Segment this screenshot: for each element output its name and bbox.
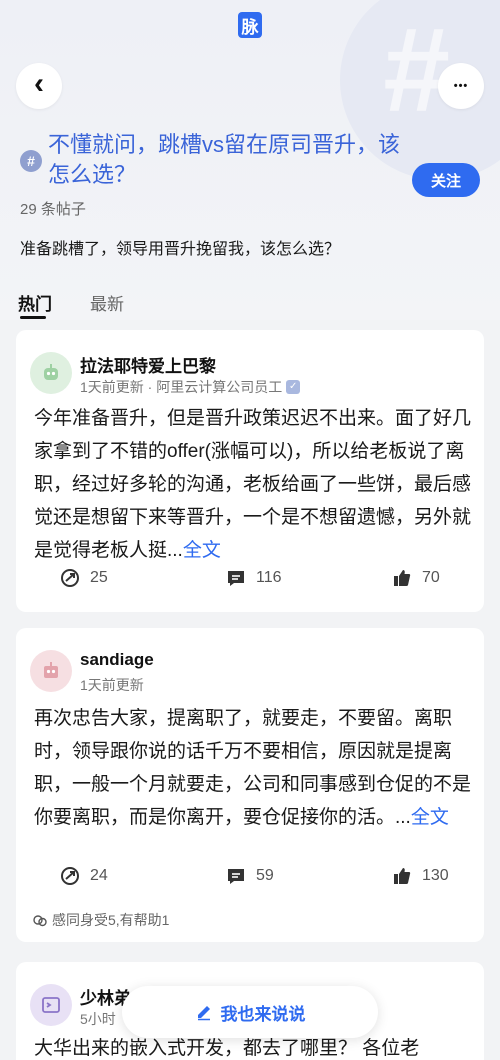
post-meta-text: 1天前更新 [80,677,144,693]
comment-icon [228,869,244,884]
comment-button[interactable]: 59 [226,866,274,886]
post-meta-text: 1天前更新 · 阿里云计算公司员工 [80,379,283,395]
post-body[interactable]: 再次忠告大家，提离职了，就要走，不要留。离职时，领导跟你说的话千万不要相信，原因… [34,702,474,834]
like-button[interactable]: 130 [392,866,449,886]
post-meta-text: 5小时 [80,1011,116,1027]
active-tab-indicator [20,316,46,319]
reaction-summary[interactable]: 感同身受5,有帮助1 [32,910,169,930]
thumbs-up-icon [394,570,411,586]
robot-avatar-icon [44,662,58,678]
post-actions: 25 116 70 [16,568,484,594]
share-button[interactable]: 25 [60,568,108,588]
topic-description: 准备跳槽了，领导用晋升挽留我，该怎么选？ [20,241,341,258]
topic-title: 不懂就问，跳槽vs留在原司晋升，该怎么选？ [48,132,401,187]
tab-latest[interactable]: 最新 [90,290,124,315]
verified-icon: ✓ [286,380,301,394]
share-icon [61,867,79,885]
post-card[interactable]: 拉法耶特爱上巴黎 1天前更新 · 阿里云计算公司员工 ✓ 今年准备晋升，但是晋升… [16,330,484,612]
author-name[interactable]: 拉法耶特爱上巴黎 [80,352,216,377]
post-card[interactable]: sandiage 1天前更新 再次忠告大家，提离职了，就要走，不要留。离职时，领… [16,628,484,942]
post-text: 再次忠告大家，提离职了，就要走，不要留。离职时，领导跟你说的话千万不要相信，原因… [34,708,472,828]
avatar[interactable] [30,352,72,394]
post-meta: 1天前更新 · 阿里云计算公司员工 ✓ [80,377,301,397]
read-full-link[interactable]: 全文 [183,540,221,561]
hashtag-icon: # [20,150,42,172]
tab-hot[interactable]: 热门 [18,290,52,315]
avatar[interactable] [30,650,72,692]
app-logo: 脉 [238,12,262,38]
more-button[interactable]: ••• [438,63,484,109]
share-button[interactable]: 24 [60,866,108,886]
post-meta: 1天前更新 [80,675,144,695]
background-hash-icon: # [383,3,450,137]
thumbs-up-icon [394,868,411,884]
post-text: 今年准备晋升，但是晋升政策迟迟不出来。面了好几家拿到了不错的offer(涨幅可以… [34,408,472,561]
share-icon [61,569,79,587]
comment-count: 59 [256,867,274,884]
follow-button[interactable]: 关注 [412,163,480,197]
post-actions: 24 59 130 [16,866,484,892]
share-count: 25 [90,569,108,586]
robot-avatar-icon [44,364,58,380]
compose-button[interactable]: 我也来说说 [122,986,378,1038]
share-count: 24 [90,867,108,884]
like-button[interactable]: 70 [392,568,440,588]
back-button[interactable]: ‹ [16,63,62,109]
comment-button[interactable]: 116 [226,568,282,588]
compose-label: 我也来说说 [220,1004,306,1024]
more-icon: ••• [453,80,469,92]
post-body[interactable]: 今年准备晋升，但是晋升政策迟迟不出来。面了好几家拿到了不错的offer(涨幅可以… [34,402,474,567]
chevron-left-icon: ‹ [34,67,44,100]
avatar[interactable] [30,984,72,1026]
read-full-link[interactable]: 全文 [411,807,449,828]
terminal-avatar-icon [42,997,60,1013]
like-count: 70 [422,569,440,586]
comment-icon [228,571,244,586]
author-name[interactable]: sandiage [80,650,154,670]
topic-header: # 不懂就问，跳槽vs留在原司晋升，该怎么选？ [20,130,410,190]
post-count: 29 条帖子 [20,201,86,218]
reaction-icon [33,915,47,927]
post-meta: 5小时 [80,1009,116,1029]
reaction-text: 感同身受5,有帮助1 [52,912,170,928]
comment-count: 116 [256,569,282,586]
pencil-icon [197,1006,210,1021]
like-count: 130 [422,867,449,884]
